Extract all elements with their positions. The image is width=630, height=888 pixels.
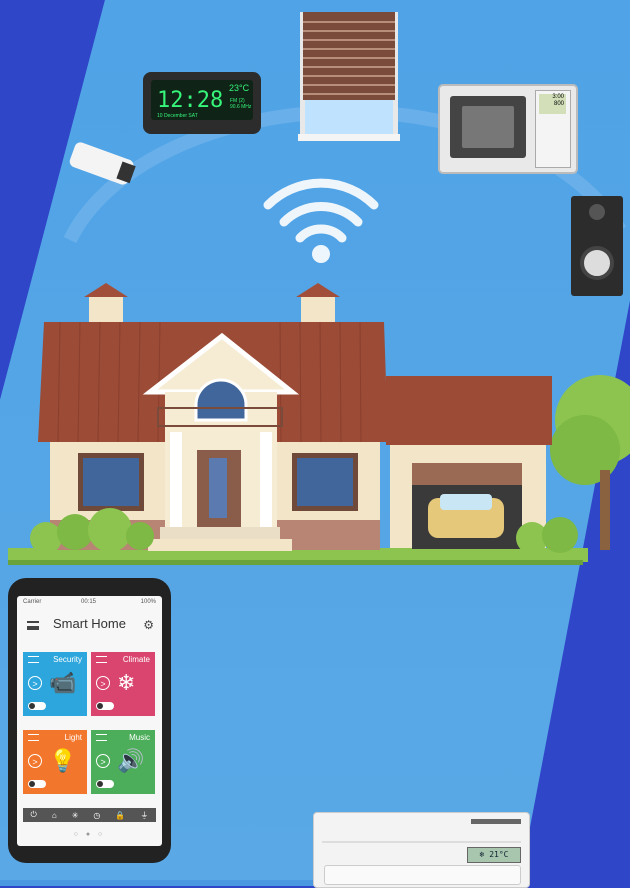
- tile-menu-icon[interactable]: [96, 734, 107, 741]
- air-conditioner: ❄ 21°C: [313, 812, 530, 888]
- clock-date: 10 December SAT: [157, 113, 198, 119]
- lock-icon[interactable]: 🔒: [115, 811, 125, 820]
- power-icon[interactable]: ⏻: [31, 810, 37, 820]
- tile-music[interactable]: Music > 🔊: [91, 730, 155, 794]
- microwave-panel: 3:00 800: [535, 90, 571, 168]
- plug-icon[interactable]: ⏚: [140, 810, 148, 821]
- clock-radio: FM (2) 90.6 MHz: [230, 98, 251, 110]
- clock-display: 12:28 23°C FM (2) 90.6 MHz 10 December SA…: [151, 80, 253, 120]
- tile-label: Music: [129, 733, 150, 742]
- tile-menu-icon[interactable]: [96, 656, 107, 663]
- alarm-clock: 12:28 23°C FM (2) 90.6 MHz 10 December SA…: [143, 72, 261, 134]
- toggle-switch[interactable]: [28, 702, 46, 710]
- ac-temperature: 21°C: [489, 850, 509, 859]
- clock-frequency: 90.6 MHz: [230, 104, 252, 110]
- ac-display: ❄ 21°C: [467, 847, 521, 863]
- speaker-icon: 🔊: [117, 748, 145, 773]
- speaker: [571, 196, 623, 296]
- chevron-right-icon[interactable]: >: [96, 754, 110, 768]
- status-bar: Carrier 00:15 100%: [17, 596, 162, 610]
- status-time: 00:15: [81, 599, 97, 605]
- light-icon[interactable]: ✳: [72, 811, 79, 820]
- microwave-door: [450, 96, 526, 158]
- home-icon[interactable]: ⌂: [52, 811, 57, 820]
- tile-menu-icon[interactable]: [28, 734, 39, 741]
- woofer: [580, 246, 614, 280]
- page-indicator: ○ ● ○: [73, 831, 106, 838]
- air-conditioner-icon: ❄: [117, 670, 136, 695]
- timer-icon[interactable]: ◷: [93, 811, 100, 820]
- tile-label: Light: [64, 733, 82, 742]
- microwave-power: 800: [553, 101, 564, 107]
- microwave-time: 3:00: [552, 94, 564, 100]
- chevron-right-icon[interactable]: >: [28, 676, 42, 690]
- chevron-right-icon[interactable]: >: [96, 676, 110, 690]
- tile-security[interactable]: Security > 📹: [23, 652, 87, 716]
- smartphone: Carrier 00:15 100% Smart Home ⚙ Security…: [8, 578, 171, 863]
- chevron-right-icon[interactable]: >: [28, 754, 42, 768]
- tile-label: Climate: [122, 655, 150, 664]
- security-camera-icon: 📹: [49, 670, 77, 695]
- microwave: 3:00 800: [438, 84, 578, 174]
- tweeter: [589, 204, 605, 220]
- battery-level: 100%: [140, 599, 156, 605]
- ac-louver: [324, 865, 521, 885]
- ac-slot: [471, 819, 521, 824]
- bottom-toolbar: ⏻ ⌂ ✳ ◷ 🔒 ⏚: [23, 808, 156, 822]
- app-title: Smart Home: [53, 616, 126, 631]
- tile-light[interactable]: Light > 💡: [23, 730, 87, 794]
- microwave-display: 3:00 800: [539, 94, 566, 114]
- clock-temperature: 23°C: [229, 83, 250, 93]
- clock-time: 12:28: [157, 88, 224, 113]
- toggle-switch[interactable]: [96, 702, 114, 710]
- tile-climate[interactable]: Climate > ❄: [91, 652, 155, 716]
- carrier-label: Carrier: [23, 599, 42, 605]
- toggle-switch[interactable]: [28, 780, 46, 788]
- tile-label: Security: [53, 655, 82, 664]
- toggle-switch[interactable]: [96, 780, 114, 788]
- microwave-window: [462, 106, 514, 148]
- ac-vent-line: [322, 841, 521, 843]
- settings-sliders-icon[interactable]: ⚙: [143, 618, 154, 632]
- window-blinds: [298, 12, 400, 141]
- phone-screen: Carrier 00:15 100% Smart Home ⚙ Security…: [17, 596, 162, 846]
- light-bulb-icon: 💡: [49, 748, 77, 773]
- tile-menu-icon[interactable]: [28, 656, 39, 663]
